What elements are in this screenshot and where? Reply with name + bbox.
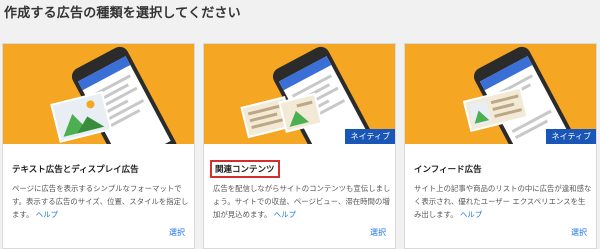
ad-type-card-in-feed[interactable]: ネイティブ インフィード広告 サイト上の記事や商品のリストの中に広告が違和感なく… (404, 43, 597, 249)
phone-display-ad-illustration (50, 46, 177, 144)
help-link[interactable]: ヘルプ (274, 210, 296, 219)
card-title: テキスト広告とディスプレイ広告 (12, 165, 139, 175)
select-button[interactable]: 選択 (370, 227, 386, 238)
help-link[interactable]: ヘルプ (36, 210, 58, 219)
page-title: 作成する広告の種類を選択してください (4, 6, 241, 21)
card-description: サイト上の記事や商品のリストの中に広告が違和感なく表示され、優れたユーザー エク… (414, 184, 592, 219)
card-illustration (3, 44, 194, 144)
card-illustration: ネイティブ (405, 44, 596, 144)
card-description: 広告を配信しながらサイトのコンテンツも宣伝しましょう。サイトでの収益、ページビュ… (213, 184, 391, 219)
ad-type-card-related-content[interactable]: ネイティブ 関連コンテンツ 広告を配信しながらサイトのコンテンツも宣伝しましょう… (203, 43, 396, 249)
card-title: インフィード広告 (414, 165, 482, 175)
card-description: ページに広告を表示するシンプルなフォーマットです。表示する広告のサイズ、位置、ス… (12, 184, 189, 219)
native-badge: ネイティブ (344, 129, 395, 144)
card-title-highlighted: 関連コンテンツ (210, 160, 280, 178)
help-link[interactable]: ヘルプ (460, 210, 482, 219)
select-button[interactable]: 選択 (169, 227, 185, 238)
select-button[interactable]: 選択 (571, 227, 587, 238)
native-badge: ネイティブ (545, 129, 596, 144)
card-illustration: ネイティブ (204, 44, 395, 144)
ad-type-card-text-display[interactable]: テキスト広告とディスプレイ広告 ページに広告を表示するシンプルなフォーマットです… (2, 43, 195, 249)
